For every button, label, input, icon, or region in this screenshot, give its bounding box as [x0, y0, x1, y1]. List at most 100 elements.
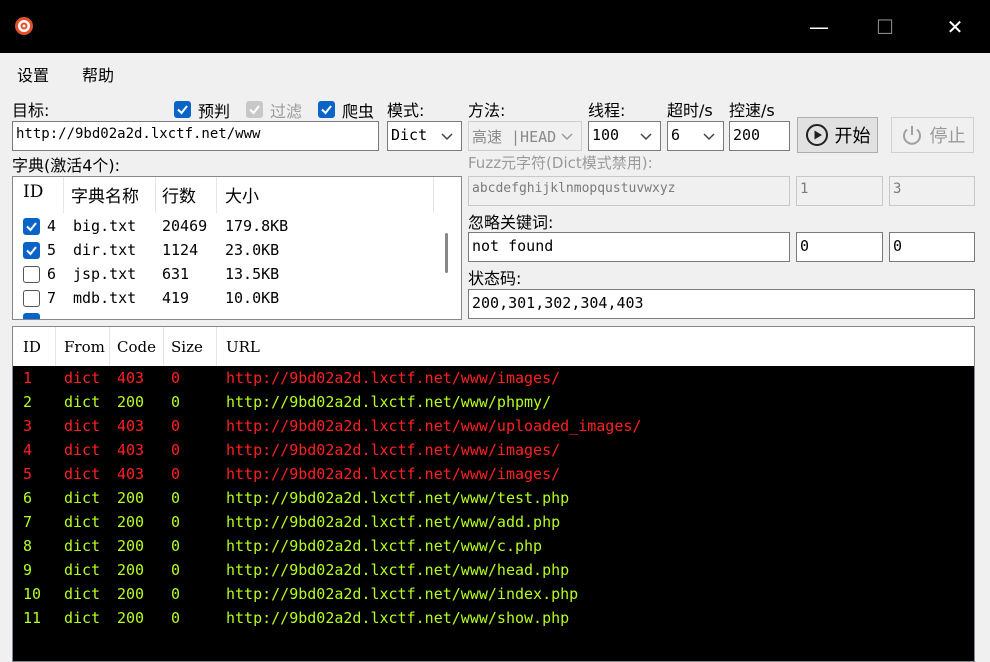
result-row[interactable]: 2 dict 200 0 http://9bd02a2d.lxctf.net/www/p…	[13, 393, 974, 417]
chevron-down-icon	[640, 133, 652, 141]
result-code: 200	[117, 513, 145, 531]
result-code: 403	[117, 441, 145, 459]
menu-settings[interactable]: 设置	[17, 62, 49, 86]
col-url[interactable]: URL	[226, 338, 260, 356]
ignore-a-input[interactable]: 0	[796, 232, 883, 262]
dict-col-size[interactable]: 大小	[225, 182, 259, 207]
target-label: 目标:	[12, 101, 50, 120]
result-row[interactable]: 1 dict 403 0 http://9bd02a2d.lxctf.net/www/i…	[13, 369, 974, 393]
speed-label: 控速/s	[729, 101, 775, 120]
target-icon	[15, 17, 33, 35]
window-title: 御剑目录扫描专业版v1.1 Date:20201018	[42, 19, 390, 40]
minimize-button[interactable]: —	[784, 0, 854, 53]
predict-checkbox[interactable]	[174, 101, 191, 118]
result-url: http://9bd02a2d.lxctf.net/www/index.php	[226, 585, 579, 603]
dict-row-checkbox[interactable]	[23, 218, 40, 235]
result-row[interactable]: 4 dict 403 0 http://9bd02a2d.lxctf.net/www/i…	[13, 441, 974, 465]
fuzz-min-input[interactable]: 1	[796, 176, 883, 206]
result-id: 5	[23, 465, 33, 483]
start-label: 开始	[834, 126, 871, 147]
ignore-keyword-input[interactable]: not found	[468, 232, 790, 262]
result-row[interactable]: 10 dict 200 0 http://9bd02a2d.lxctf.net/www/…	[13, 585, 974, 609]
result-code: 200	[117, 537, 145, 555]
dict-row[interactable]: 6 jsp.txt 631 13.5KB	[13, 263, 433, 287]
dict-row-name: big.txt	[73, 217, 137, 235]
dict-row-id: 6	[47, 265, 57, 283]
result-url: http://9bd02a2d.lxctf.net/www/images/	[226, 369, 561, 387]
timeout-select[interactable]: 6	[667, 121, 724, 151]
chevron-down-icon	[703, 133, 715, 141]
dict-label: 字典(激活4个):	[12, 156, 121, 175]
dict-row[interactable]: 7 mdb.txt 419 10.0KB	[13, 287, 433, 311]
ignore-label: 忽略关键词:	[468, 213, 554, 232]
dict-row-checkbox[interactable]	[23, 313, 40, 319]
fuzz-max-input[interactable]: 3	[889, 176, 975, 206]
dict-row[interactable]: 5 dir.txt 1124 23.0KB	[13, 239, 433, 263]
col-size[interactable]: Size	[171, 338, 203, 356]
result-from: dict	[64, 513, 101, 531]
ignore-b-input[interactable]: 0	[889, 232, 975, 262]
menu-help[interactable]: 帮助	[82, 62, 114, 86]
dict-row-lines: 631	[162, 265, 190, 283]
dict-row-id: 5	[47, 241, 57, 259]
dict-list[interactable]: ID 字典名称 行数 大小 4 big.txt 20469 179.8KB 5 dir.t…	[12, 176, 462, 320]
mode-select[interactable]: Dict	[387, 121, 462, 151]
result-code: 200	[117, 489, 145, 507]
threads-select[interactable]: 100	[588, 121, 661, 151]
result-from: dict	[64, 393, 101, 411]
dict-row-size: 13.5KB	[225, 265, 280, 283]
results-header: ID From Code Size URL	[13, 327, 974, 366]
result-code: 403	[117, 369, 145, 387]
result-from: dict	[64, 369, 101, 387]
maximize-button[interactable]: ☐	[850, 0, 920, 53]
start-button[interactable]: 开始	[797, 117, 878, 153]
result-url: http://9bd02a2d.lxctf.net/www/head.php	[226, 561, 570, 579]
dict-col-name[interactable]: 字典名称	[71, 182, 139, 207]
menu-bar	[0, 53, 990, 91]
col-code[interactable]: Code	[117, 338, 156, 356]
result-row[interactable]: 3 dict 403 0 http://9bd02a2d.lxctf.net/www/u…	[13, 417, 974, 441]
status-code-input[interactable]: 200,301,302,304,403	[468, 289, 975, 319]
result-row[interactable]: 7 dict 200 0 http://9bd02a2d.lxctf.net/www/a…	[13, 513, 974, 537]
crawler-label: 爬虫	[342, 102, 375, 121]
result-size: 0	[171, 489, 181, 507]
dict-row-checkbox[interactable]	[23, 242, 40, 259]
close-button[interactable]: ✕	[920, 0, 990, 53]
filter-label: 过滤	[270, 102, 303, 121]
dict-col-id[interactable]: ID	[23, 182, 43, 202]
dict-scrollbar[interactable]	[445, 233, 448, 273]
fuzz-chars-input[interactable]: abcdefghijklnmopqustuvwxyz	[468, 176, 790, 206]
crawler-checkbox[interactable]	[318, 101, 335, 118]
threads-label: 线程:	[588, 101, 626, 120]
result-size: 0	[171, 609, 181, 627]
status-label: 状态码:	[468, 269, 522, 288]
dict-col-lines[interactable]: 行数	[162, 182, 196, 207]
result-row[interactable]: 5 dict 403 0 http://9bd02a2d.lxctf.net/www/i…	[13, 465, 974, 489]
target-input[interactable]: http://9bd02a2d.lxctf.net/www	[12, 121, 379, 151]
filter-checkbox[interactable]	[246, 101, 263, 118]
stop-button[interactable]: 停止	[891, 117, 974, 153]
result-from: dict	[64, 465, 101, 483]
dict-row[interactable]: 4 big.txt 20469 179.8KB	[13, 215, 433, 239]
timeout-value: 6	[671, 126, 681, 144]
result-row[interactable]: 9 dict 200 0 http://9bd02a2d.lxctf.net/www/h…	[13, 561, 974, 585]
dict-row-name: mdb.txt	[73, 289, 137, 307]
result-code: 200	[117, 561, 145, 579]
result-size: 0	[171, 393, 181, 411]
result-row[interactable]: 11 dict 200 0 http://9bd02a2d.lxctf.net/www/…	[13, 609, 974, 633]
col-id[interactable]: ID	[23, 338, 41, 356]
dict-row-checkbox[interactable]	[23, 290, 40, 307]
dict-row-checkbox[interactable]	[23, 266, 40, 283]
result-row[interactable]: 8 dict 200 0 http://9bd02a2d.lxctf.net/www/c…	[13, 537, 974, 561]
result-id: 1	[23, 369, 33, 387]
method-select[interactable]: 高速 |HEAD	[468, 121, 582, 151]
result-code: 403	[117, 465, 145, 483]
result-from: dict	[64, 537, 101, 555]
mode-value: Dict	[391, 126, 428, 144]
result-row[interactable]: 6 dict 200 0 http://9bd02a2d.lxctf.net/www/t…	[13, 489, 974, 513]
results-table[interactable]: ID From Code Size URL 1 dict 403 0 http://9b…	[12, 326, 975, 662]
result-url: http://9bd02a2d.lxctf.net/www/images/	[226, 465, 561, 483]
result-url: http://9bd02a2d.lxctf.net/www/uploaded_i…	[226, 417, 642, 435]
speed-input[interactable]: 200	[729, 121, 790, 151]
col-from[interactable]: From	[64, 338, 105, 356]
